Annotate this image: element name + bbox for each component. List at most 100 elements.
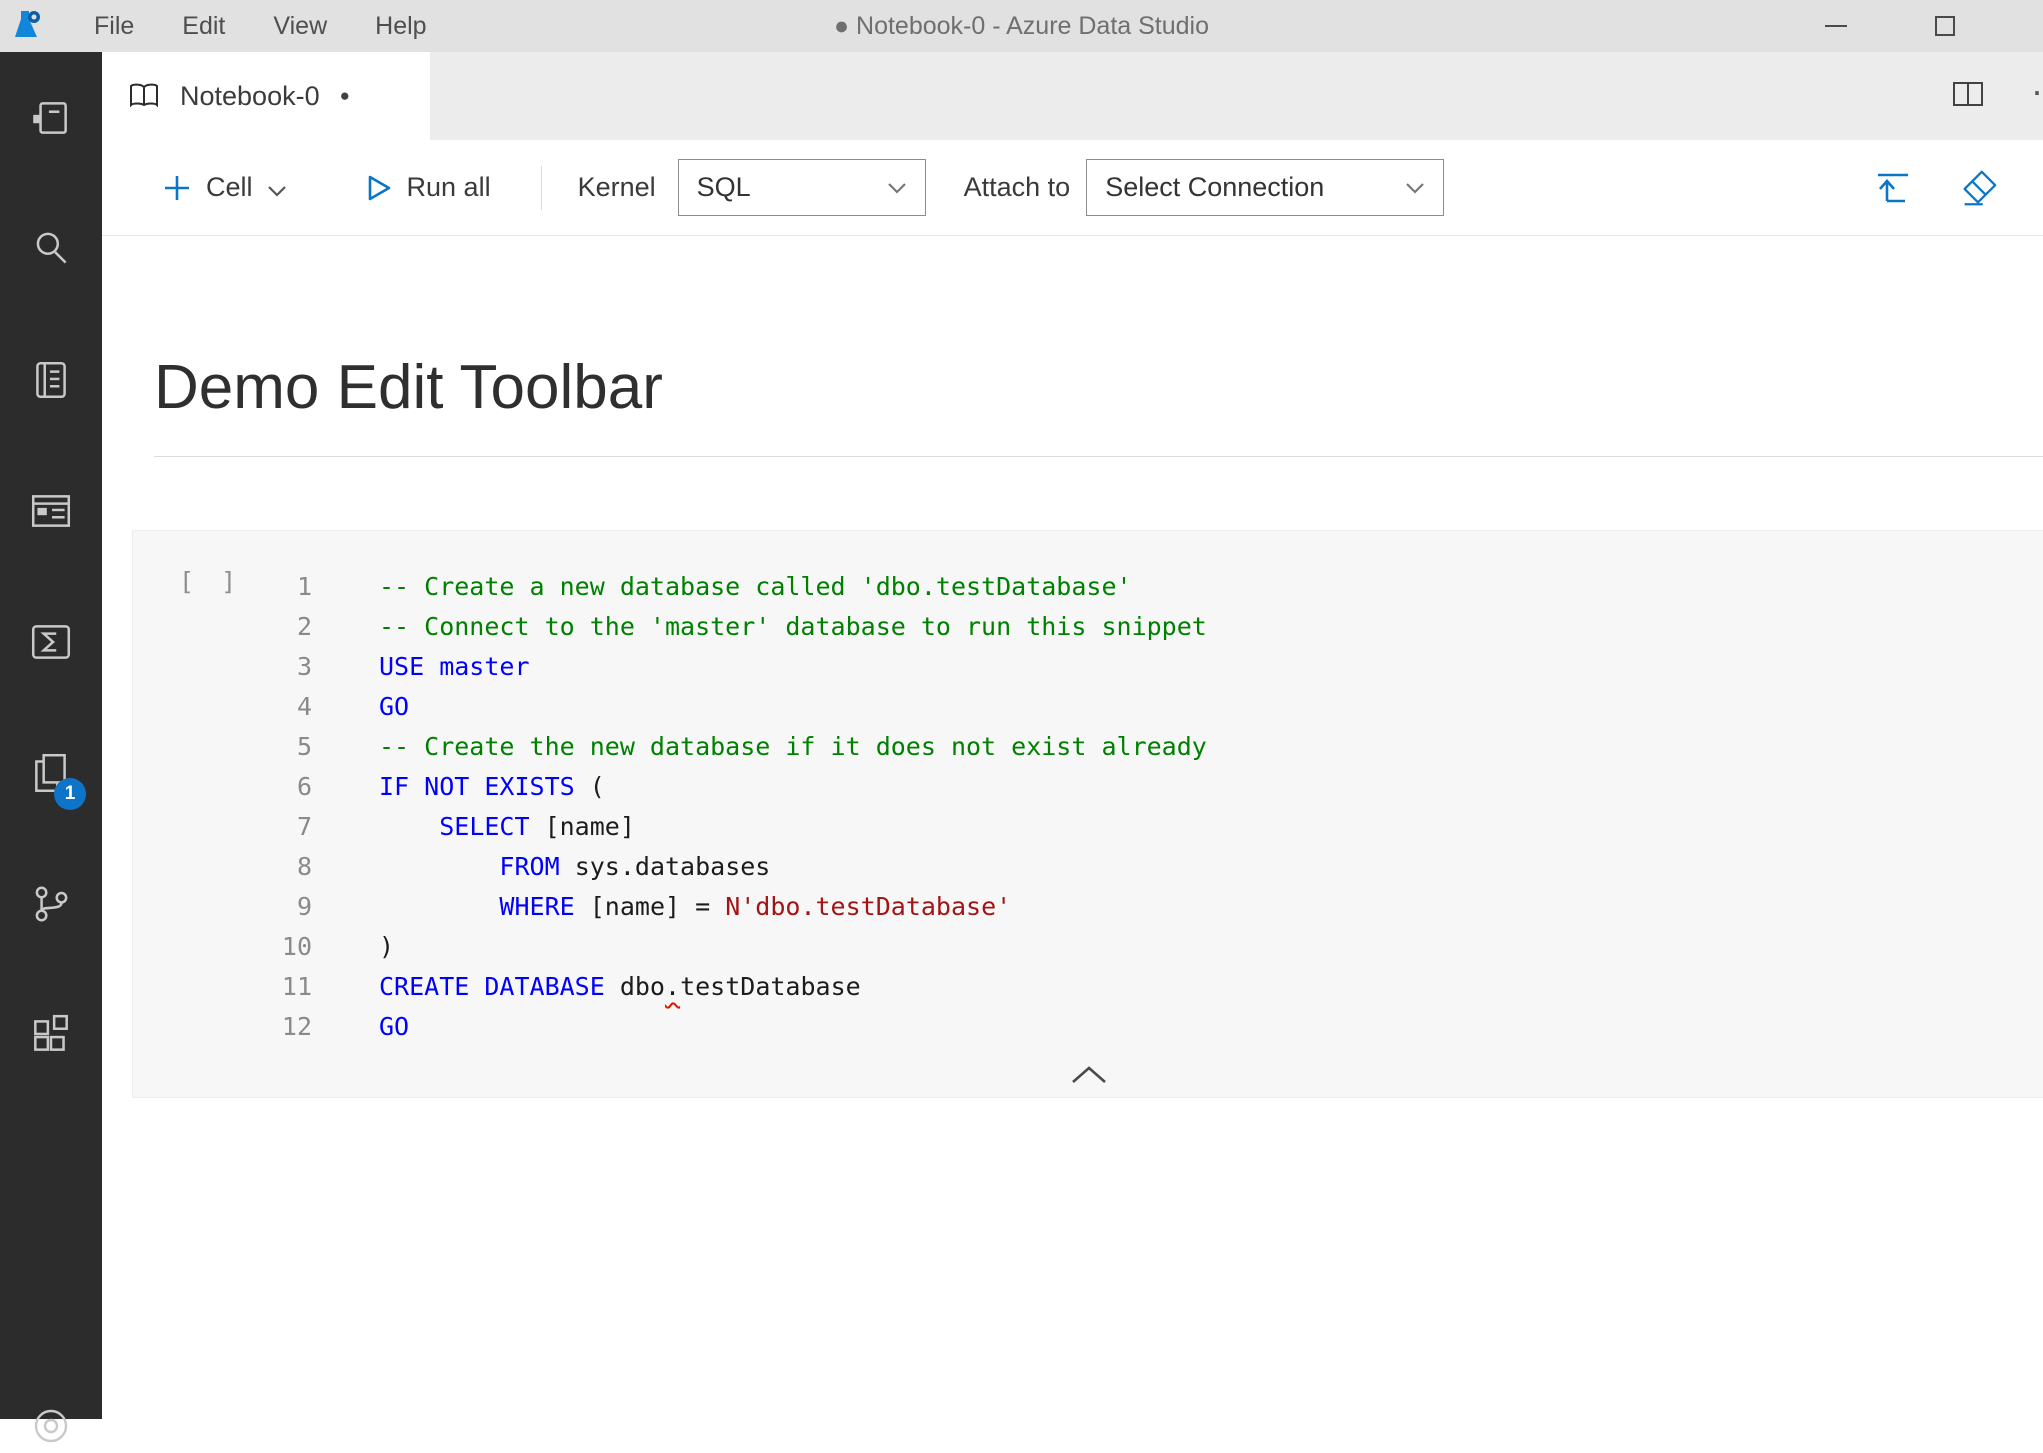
code-text: GO — [312, 687, 409, 727]
collapse-cells-icon — [1872, 168, 1914, 208]
sidebar-item-extensions[interactable] — [0, 969, 102, 1100]
title-bar: File Edit View Help ● Notebook-0 - Azure… — [0, 0, 2043, 52]
notebook-toolbar: Cell Run all Kernel SQL Attach to Select… — [102, 140, 2043, 236]
app-icon — [8, 8, 44, 44]
code-text: FROM sys.databases — [312, 847, 770, 887]
code-lines[interactable]: 1-- Create a new database called 'dbo.te… — [133, 567, 2043, 1047]
line-number: 10 — [133, 927, 312, 967]
menu-help[interactable]: Help — [351, 0, 450, 52]
markdown-heading: Demo Edit Toolbar — [154, 352, 663, 423]
run-all-button[interactable]: Run all — [365, 172, 505, 203]
more-actions-button[interactable]: ·· — [2031, 70, 2043, 112]
tab-notebook-0[interactable]: Notebook-0 ● — [102, 52, 430, 140]
code-text: USE master — [312, 647, 530, 687]
code-line[interactable]: 6IF NOT EXISTS ( — [133, 767, 2043, 807]
line-number: 4 — [133, 687, 312, 727]
window-controls — [1825, 0, 1955, 52]
line-number: 12 — [133, 1007, 312, 1047]
kernel-dropdown[interactable]: SQL — [678, 159, 926, 216]
line-number: 5 — [133, 727, 312, 767]
extensions-icon — [28, 1012, 74, 1058]
badge-count: 1 — [54, 778, 86, 810]
sidebar-item-explorer-window[interactable] — [0, 445, 102, 576]
collapse-cell-button[interactable] — [1067, 1064, 1111, 1091]
sidebar-item-file-copy[interactable]: 1 — [0, 707, 102, 838]
chevron-down-icon — [887, 181, 907, 195]
code-line[interactable]: 11CREATE DATABASE dbo.testDatabase — [133, 967, 2043, 1007]
tab-bar: Notebook-0 ● ·· — [102, 52, 2043, 140]
source-control-icon — [28, 881, 74, 927]
code-line[interactable]: 8 FROM sys.databases — [133, 847, 2043, 887]
line-number: 8 — [133, 847, 312, 887]
connections-icon — [28, 95, 74, 141]
open-book-icon — [128, 81, 160, 111]
sidebar-item-notebooks[interactable] — [0, 314, 102, 445]
tab-label: Notebook-0 — [180, 81, 320, 112]
sidebar-item-search[interactable] — [0, 183, 102, 314]
minimize-button[interactable] — [1825, 25, 1847, 27]
attach-to-dropdown[interactable]: Select Connection — [1086, 159, 1444, 216]
attach-to-value: Select Connection — [1105, 172, 1405, 203]
toolbar-right-actions — [1872, 167, 1998, 209]
line-number: 11 — [133, 967, 312, 1007]
menu-edit[interactable]: Edit — [158, 0, 249, 52]
add-cell-button[interactable]: Cell — [162, 172, 287, 203]
line-number: 2 — [133, 607, 312, 647]
notebook-icon — [28, 357, 74, 403]
line-number: 3 — [133, 647, 312, 687]
code-text: SELECT [name] — [312, 807, 635, 847]
code-line[interactable]: 10) — [133, 927, 2043, 967]
search-icon — [28, 226, 74, 272]
menu-view[interactable]: View — [249, 0, 351, 52]
attach-to-label: Attach to — [964, 172, 1071, 203]
manage-gear-icon[interactable] — [29, 1404, 73, 1453]
activity-bar: 1 — [0, 52, 102, 1419]
line-number: 7 — [133, 807, 312, 847]
code-line[interactable]: 12GO — [133, 1007, 2043, 1047]
eraser-icon — [1956, 167, 1998, 209]
sidebar-item-query-history[interactable] — [0, 576, 102, 707]
line-number: 1 — [133, 567, 312, 607]
line-number: 9 — [133, 887, 312, 927]
chevron-down-icon — [267, 184, 287, 198]
sidebar-item-source-control[interactable] — [0, 838, 102, 969]
toolbar-separator — [541, 166, 542, 210]
notebook-content: Demo Edit Toolbar [ ] 1-- Create a new d… — [102, 236, 2043, 1419]
code-text: -- Create the new database if it does no… — [312, 727, 1207, 767]
run-all-label: Run all — [407, 172, 491, 203]
kernel-label: Kernel — [578, 172, 656, 203]
plus-icon — [162, 173, 192, 203]
code-line[interactable]: 3USE master — [133, 647, 2043, 687]
chevron-up-icon — [1067, 1064, 1111, 1086]
add-cell-label: Cell — [206, 172, 253, 203]
clear-results-button[interactable] — [1956, 167, 1998, 209]
window-icon — [28, 488, 74, 534]
code-line[interactable]: 5-- Create the new database if it does n… — [133, 727, 2043, 767]
code-text: -- Create a new database called 'dbo.tes… — [312, 567, 1132, 607]
heading-divider — [154, 456, 2043, 457]
code-text: WHERE [name] = N'dbo.testDatabase' — [312, 887, 1011, 927]
chevron-down-icon — [1405, 181, 1425, 195]
maximize-button[interactable] — [1935, 16, 1955, 36]
code-line[interactable]: 2-- Connect to the 'master' database to … — [133, 607, 2043, 647]
code-text: -- Connect to the 'master' database to r… — [312, 607, 1207, 647]
code-cell[interactable]: [ ] 1-- Create a new database called 'db… — [132, 530, 2043, 1098]
code-text: ) — [312, 927, 394, 967]
code-line[interactable]: 9 WHERE [name] = N'dbo.testDatabase' — [133, 887, 2043, 927]
terminal-sigma-icon — [28, 619, 74, 665]
dirty-indicator: ● — [340, 86, 350, 106]
window-title: ● Notebook-0 - Azure Data Studio — [834, 0, 1209, 52]
code-line[interactable]: 4GO — [133, 687, 2043, 727]
code-line[interactable]: 7 SELECT [name] — [133, 807, 2043, 847]
split-editor-button[interactable] — [1951, 78, 1985, 115]
sidebar-item-connections[interactable] — [0, 52, 102, 183]
kernel-value: SQL — [697, 172, 887, 203]
code-text: CREATE DATABASE dbo.testDatabase — [312, 967, 861, 1007]
collapse-cells-button[interactable] — [1872, 168, 1914, 208]
code-line[interactable]: 1-- Create a new database called 'dbo.te… — [133, 567, 2043, 607]
code-text: GO — [312, 1007, 409, 1047]
line-number: 6 — [133, 767, 312, 807]
code-text: IF NOT EXISTS ( — [312, 767, 605, 807]
run-icon — [365, 173, 393, 203]
menu-file[interactable]: File — [70, 0, 158, 52]
